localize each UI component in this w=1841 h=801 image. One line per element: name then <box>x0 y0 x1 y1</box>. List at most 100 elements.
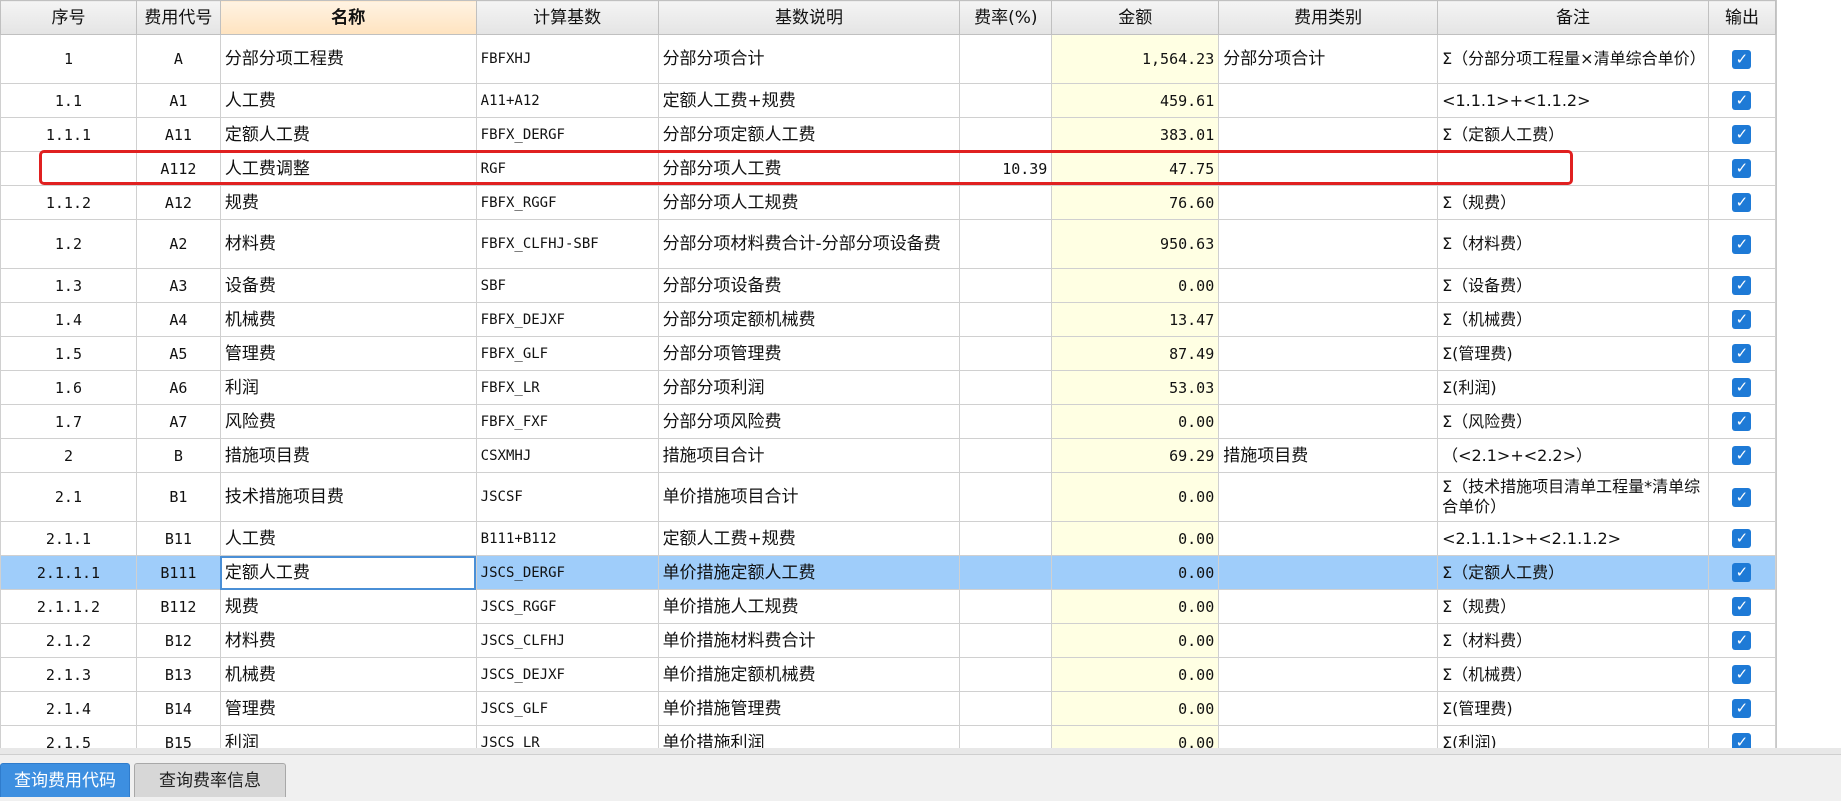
table-row[interactable]: 2.1.5 B15 利润 JSCS_LR 单价措施利润 0.00 Σ(利润) ✓ <box>0 725 1776 748</box>
cell-code[interactable]: A5 <box>135 336 221 371</box>
cell-desc[interactable]: 分部分项材料费合计-分部分项设备费 <box>657 219 961 269</box>
cell-desc[interactable]: 分部分项利润 <box>657 370 961 405</box>
checkbox-checked-icon[interactable]: ✓ <box>1732 665 1752 684</box>
cell-name[interactable]: 人工费 <box>219 83 477 118</box>
cell-note[interactable]: <1.1.1>+<1.1.2> <box>1437 83 1709 118</box>
cell-code[interactable]: B11 <box>135 521 221 556</box>
cell-seq[interactable]: 2.1.1 <box>0 521 137 556</box>
checkbox-checked-icon[interactable]: ✓ <box>1732 91 1752 110</box>
cell-desc[interactable]: 定额人工费+规费 <box>657 83 961 118</box>
checkbox-checked-icon[interactable]: ✓ <box>1732 378 1752 397</box>
cell-code[interactable]: A112 <box>135 151 221 186</box>
table-row[interactable]: 1.5 A5 管理费 FBFX_GLF 分部分项管理费 87.49 Σ(管理费) ✓ <box>0 336 1776 371</box>
checkbox-checked-icon[interactable]: ✓ <box>1732 125 1752 144</box>
cell-code[interactable]: B <box>135 438 221 473</box>
cell-category[interactable] <box>1218 691 1439 726</box>
cell-rate[interactable]: 10.39 <box>959 151 1053 186</box>
cell-rate[interactable] <box>959 725 1053 748</box>
cell-base[interactable]: JSCS_DEJXF <box>475 657 659 692</box>
cell-desc[interactable]: 分部分项定额机械费 <box>657 302 961 337</box>
table-row[interactable]: 2.1.2 B12 材料费 JSCS_CLFHJ 单价措施材料费合计 0.00 Σ（材料费）… <box>0 623 1776 658</box>
cell-name[interactable]: 规费 <box>219 589 477 624</box>
cell-rate[interactable] <box>959 623 1053 658</box>
cell-amount[interactable]: 1,564.23 <box>1051 34 1220 84</box>
cell-note[interactable]: Σ（材料费） <box>1437 219 1709 269</box>
cell-name[interactable]: 利润 <box>219 725 477 748</box>
table-row[interactable]: 1.1.1 A11 定额人工费 FBFX_DERGF 分部分项定额人工费 383.01 Σ（… <box>0 117 1776 152</box>
cell-rate[interactable] <box>959 438 1053 473</box>
cell-desc[interactable]: 单价措施项目合计 <box>657 472 961 522</box>
cell-amount[interactable]: 383.01 <box>1051 117 1220 152</box>
cell-rate[interactable] <box>959 404 1053 439</box>
cell-name[interactable]: 定额人工费 <box>219 117 477 152</box>
cell-category[interactable]: 分部分项合计 <box>1218 34 1439 84</box>
col-header-rate[interactable]: 费率(%) <box>959 0 1053 35</box>
cell-code[interactable]: A7 <box>135 404 221 439</box>
cell-rate[interactable] <box>959 691 1053 726</box>
cell-category[interactable] <box>1218 589 1439 624</box>
cell-category[interactable] <box>1218 725 1439 748</box>
cell-amount[interactable]: 76.60 <box>1051 185 1220 220</box>
cell-seq[interactable]: 1.6 <box>0 370 137 405</box>
cell-desc[interactable]: 分部分项设备费 <box>657 268 961 303</box>
cell-category[interactable] <box>1218 268 1439 303</box>
checkbox-checked-icon[interactable]: ✓ <box>1732 276 1752 295</box>
cell-base[interactable]: FBFX_GLF <box>475 336 659 371</box>
cell-category[interactable] <box>1218 370 1439 405</box>
cell-base[interactable]: JSCS_RGGF <box>475 589 659 624</box>
cell-category[interactable] <box>1218 404 1439 439</box>
cell-name[interactable]: 人工费调整 <box>219 151 477 186</box>
cell-rate[interactable] <box>959 302 1053 337</box>
cell-note[interactable] <box>1437 151 1709 186</box>
cell-code[interactable]: A <box>135 34 221 84</box>
cell-category[interactable] <box>1218 521 1439 556</box>
cell-desc[interactable]: 分部分项风险费 <box>657 404 961 439</box>
cell-category[interactable] <box>1218 623 1439 658</box>
cell-rate[interactable] <box>959 555 1053 590</box>
cell-base[interactable]: JSCS_LR <box>475 725 659 748</box>
checkbox-checked-icon[interactable]: ✓ <box>1732 412 1752 431</box>
cell-seq[interactable]: 1.7 <box>0 404 137 439</box>
table-row[interactable]: 2.1.4 B14 管理费 JSCS_GLF 单价措施管理费 0.00 Σ(管理费) ✓ <box>0 691 1776 726</box>
cell-note[interactable]: Σ（规费） <box>1437 589 1709 624</box>
cell-code[interactable]: A2 <box>135 219 221 269</box>
col-header-desc[interactable]: 基数说明 <box>657 0 961 35</box>
cell-desc[interactable]: 单价措施材料费合计 <box>657 623 961 658</box>
cell-seq[interactable]: 1.1.2 <box>0 185 137 220</box>
cell-note[interactable]: <2.1.1.1>+<2.1.1.2> <box>1437 521 1709 556</box>
cell-rate[interactable] <box>959 34 1053 84</box>
cell-name[interactable]: 利润 <box>219 370 477 405</box>
cell-note[interactable]: Σ（机械费） <box>1437 657 1709 692</box>
table-row[interactable]: 1.1 A1 人工费 A11+A12 定额人工费+规费 459.61 <1.1.1>+<1.… <box>0 83 1776 118</box>
cell-note[interactable]: Σ(利润) <box>1437 725 1709 748</box>
cell-base[interactable]: RGF <box>475 151 659 186</box>
cell-code[interactable]: A1 <box>135 83 221 118</box>
cell-base[interactable]: FBFX_DERGF <box>475 117 659 152</box>
cell-category[interactable] <box>1218 472 1439 522</box>
cell-desc[interactable]: 单价措施定额机械费 <box>657 657 961 692</box>
table-row[interactable]: A112 人工费调整 RGF 分部分项人工费 10.39 47.75 ✓ <box>0 151 1776 186</box>
cell-amount[interactable]: 0.00 <box>1051 268 1220 303</box>
cell-desc[interactable]: 单价措施管理费 <box>657 691 961 726</box>
cell-seq[interactable]: 2.1.2 <box>0 623 137 658</box>
col-header-category[interactable]: 费用类别 <box>1218 0 1439 35</box>
table-row[interactable]: 2.1.1.1 B111 定额人工费 JSCS_DERGF 单价措施定额人工费 0.00 Σ… <box>0 555 1776 590</box>
cell-amount[interactable]: 0.00 <box>1051 691 1220 726</box>
cell-seq[interactable]: 1.4 <box>0 302 137 337</box>
cell-name[interactable]: 分部分项工程费 <box>219 34 477 84</box>
cell-seq[interactable]: 1.3 <box>0 268 137 303</box>
cell-base[interactable]: FBFX_FXF <box>475 404 659 439</box>
cell-base[interactable]: CSXMHJ <box>475 438 659 473</box>
checkbox-checked-icon[interactable]: ✓ <box>1732 310 1752 329</box>
col-header-name[interactable]: 名称 <box>219 0 477 35</box>
cell-base[interactable]: JSCS_DERGF <box>475 555 659 590</box>
cell-seq[interactable]: 1.5 <box>0 336 137 371</box>
table-row[interactable]: 1.2 A2 材料费 FBFX_CLFHJ-SBF 分部分项材料费合计-分部分项设备费 9… <box>0 219 1776 269</box>
cell-category[interactable]: 措施项目费 <box>1218 438 1439 473</box>
cell-name[interactable]: 管理费 <box>219 691 477 726</box>
cell-seq[interactable]: 1 <box>0 34 137 84</box>
checkbox-checked-icon[interactable]: ✓ <box>1732 529 1752 548</box>
cell-name[interactable]: 机械费 <box>219 302 477 337</box>
cell-desc[interactable]: 分部分项人工规费 <box>657 185 961 220</box>
checkbox-checked-icon[interactable]: ✓ <box>1732 631 1752 650</box>
